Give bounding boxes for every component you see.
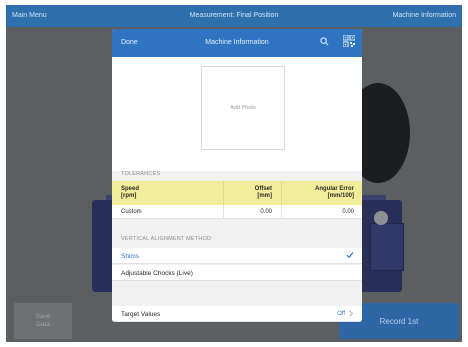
- machine-information-link[interactable]: Machine Information: [393, 12, 456, 19]
- column-divider: [223, 205, 224, 218]
- column-divider: [281, 205, 282, 218]
- method-option-label: Adjustable Chocks (Live): [121, 270, 193, 277]
- tolerances-header-row: Speed [rpm] Offset [mm] Angular Error [m…: [112, 181, 362, 205]
- column-divider: [223, 181, 224, 205]
- tolerance-row-custom[interactable]: Custom 0.00 0.00: [112, 205, 362, 219]
- save-data-line-1: Save: [35, 313, 51, 320]
- offset-header-line-2: [mm]: [257, 193, 272, 199]
- chevron-right-icon: [349, 310, 354, 317]
- qr-code-icon[interactable]: [343, 35, 355, 47]
- machine-knob: [374, 211, 388, 225]
- angular-error-header-line-1: Angular Error: [314, 186, 354, 192]
- angular-error-header: Angular Error [mm/100]: [298, 186, 354, 200]
- photo-area: Add Photo: [112, 57, 362, 171]
- offset-value[interactable]: 0.00: [232, 209, 272, 216]
- top-nav-bar: Main Menu Measurement: Final Position Ma…: [6, 5, 462, 27]
- modal-header: Done Machine Information: [112, 29, 362, 57]
- search-icon[interactable]: [320, 37, 329, 46]
- angular-error-value[interactable]: 0.00: [298, 209, 354, 216]
- app-screen: Main Menu Measurement: Final Position Ma…: [6, 5, 462, 342]
- speed-header-line-2: [rpm]: [121, 193, 137, 199]
- target-values-label: Target Values: [121, 311, 161, 318]
- vertical-alignment-section-label: VERTICAL ALIGNMENT METHOD: [121, 236, 212, 242]
- checkmark-icon: [346, 252, 354, 259]
- method-option-adjustable-chocks[interactable]: Adjustable Chocks (Live): [112, 265, 362, 281]
- target-values-row[interactable]: Target Values Off: [112, 306, 362, 322]
- machine-vent: [370, 223, 404, 271]
- save-data-button[interactable]: Save Data: [14, 303, 72, 339]
- add-photo-button[interactable]: Add Photo: [201, 66, 285, 150]
- offset-header-line-1: Offset: [254, 186, 272, 192]
- angular-error-header-line-2: [mm/100]: [327, 193, 354, 199]
- target-values-value: Off: [337, 311, 345, 317]
- tolerances-section-label: TOLERANCES: [121, 171, 161, 177]
- method-option-label: Shims: [121, 253, 140, 260]
- tolerance-name: Custom: [121, 209, 142, 215]
- speed-header: Speed [rpm]: [121, 186, 139, 200]
- machine-information-modal: Done Machine Information Add Photo TOLER: [112, 29, 362, 322]
- method-option-shims[interactable]: Shims: [112, 248, 362, 264]
- save-data-line-2: Data: [36, 321, 50, 328]
- offset-header: Offset [mm]: [232, 186, 272, 200]
- column-divider: [281, 181, 282, 205]
- speed-header-line-1: Speed: [121, 186, 140, 192]
